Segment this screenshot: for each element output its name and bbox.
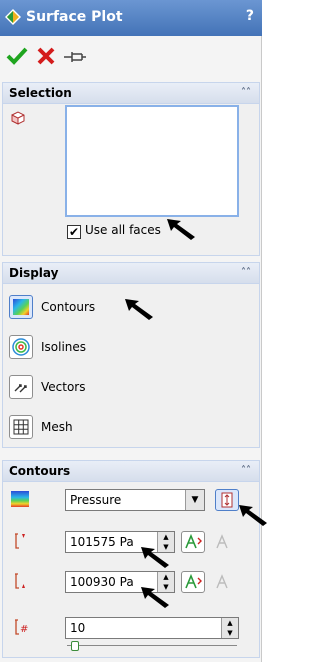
- collapse-chevron-icon[interactable]: ˄˄: [241, 263, 251, 283]
- mesh-icon: [13, 419, 29, 435]
- isolines-label: Isolines: [41, 340, 87, 354]
- auto-range-icon: [185, 573, 202, 589]
- disabled-range-icon: [216, 574, 228, 589]
- face-selection-icon: [11, 111, 25, 125]
- color-scale-icon: [11, 491, 29, 507]
- vectors-icon: [14, 384, 27, 393]
- contours-header[interactable]: Contours ˄˄: [3, 461, 259, 482]
- toolbar: [0, 36, 262, 82]
- slider-track: [67, 645, 237, 646]
- slider-thumb[interactable]: [71, 641, 79, 651]
- contours-button[interactable]: [9, 295, 33, 319]
- display-mesh-row[interactable]: Mesh: [9, 415, 229, 441]
- svg-text:#: #: [20, 624, 28, 635]
- display-header[interactable]: Display ˄˄: [3, 263, 259, 284]
- disabled-range-icon: [216, 534, 228, 549]
- checkmark-icon: [6, 47, 28, 65]
- max-value-field: 101575 Pa: [70, 535, 134, 549]
- chevron-down-icon[interactable]: ▼: [185, 490, 204, 510]
- arrow-pointer-icon: [167, 219, 195, 240]
- display-group: Display ˄˄ Contours Isolines Vectors Mes…: [2, 262, 260, 448]
- help-button[interactable]: ?: [246, 8, 254, 24]
- vectors-button[interactable]: [9, 375, 33, 399]
- cancel-button[interactable]: [36, 46, 56, 71]
- auto-range-icon: [185, 533, 202, 549]
- selection-title: Selection: [9, 86, 72, 100]
- display-vectors-row[interactable]: Vectors: [9, 375, 229, 401]
- collapse-chevron-icon[interactable]: ˄˄: [241, 461, 251, 481]
- contours-icon: [13, 299, 29, 315]
- contours-group: Contours ˄˄ Pressure ▼ 101575 Pa ▲ ▼ 100…: [2, 460, 267, 658]
- mesh-label: Mesh: [41, 420, 73, 434]
- arrow-pointer-icon: [239, 505, 267, 526]
- use-all-faces-checkbox[interactable]: ✔: [67, 225, 81, 239]
- auto-min-button[interactable]: [181, 571, 205, 593]
- levels-field: 10: [70, 621, 86, 635]
- arrow-pointer-icon: [141, 587, 169, 608]
- contours-title: Contours: [9, 464, 71, 478]
- min-value-field: 100930 Pa: [70, 575, 134, 589]
- levels-slider[interactable]: [67, 641, 237, 651]
- parameter-combo[interactable]: Pressure ▼: [65, 489, 205, 511]
- arrow-pointer-icon: [141, 547, 169, 568]
- display-contours-row[interactable]: Contours: [9, 295, 229, 321]
- levels-icon: #: [15, 619, 28, 635]
- isolines-button[interactable]: [9, 335, 33, 359]
- x-icon: [37, 47, 55, 65]
- selection-header[interactable]: Selection ˄˄: [3, 83, 259, 104]
- auto-max-button[interactable]: [181, 531, 205, 553]
- surface-plot-icon: [5, 9, 21, 25]
- parameter-value: Pressure: [70, 493, 122, 507]
- pushpin-icon: [64, 52, 86, 62]
- selected-faces-list[interactable]: [65, 105, 239, 217]
- panel-title: Surface Plot: [26, 9, 123, 25]
- collapse-chevron-icon[interactable]: ˄˄: [241, 83, 251, 103]
- contours-label: Contours: [41, 300, 96, 314]
- min-value-icon: [15, 573, 25, 589]
- mesh-button[interactable]: [9, 415, 33, 439]
- range-adjust-icon: [221, 492, 233, 508]
- selection-group: Selection ˄˄ ✔ Use all faces: [2, 82, 260, 256]
- spinner-arrows-icon[interactable]: ▲ ▼: [221, 618, 238, 638]
- adjust-range-button[interactable]: [215, 489, 239, 511]
- property-manager-panel: Surface Plot ? Selection ˄˄ ✔ Use all fa…: [0, 0, 267, 662]
- max-value-icon: [15, 533, 25, 549]
- title-bar: Surface Plot ?: [0, 0, 262, 36]
- vectors-label: Vectors: [41, 380, 86, 394]
- arrow-pointer-icon: [125, 299, 153, 320]
- use-all-faces-label: Use all faces: [85, 223, 161, 237]
- levels-spinner[interactable]: 10 ▲ ▼: [65, 617, 239, 639]
- display-isolines-row[interactable]: Isolines: [9, 335, 229, 361]
- display-title: Display: [9, 266, 59, 280]
- pushpin-button[interactable]: [62, 48, 88, 66]
- isolines-icon: [12, 338, 30, 356]
- ok-button[interactable]: [6, 46, 28, 71]
